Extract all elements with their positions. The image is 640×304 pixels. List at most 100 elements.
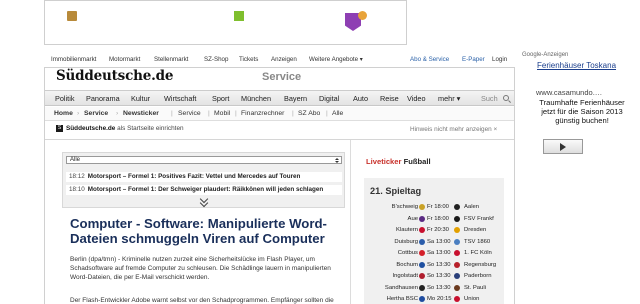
away-team: St. Pauli bbox=[464, 284, 486, 291]
nav-politik[interactable]: Politik bbox=[55, 94, 74, 103]
home-crest-icon bbox=[419, 261, 425, 268]
breadcrumb-service[interactable]: Service bbox=[84, 110, 108, 117]
subnav-alle[interactable]: Alle bbox=[332, 110, 343, 117]
nav-kultur[interactable]: Kultur bbox=[131, 94, 150, 103]
article-paragraph: Der Flash-Entwickler Adobe warnt selbst … bbox=[70, 297, 334, 304]
fixture-row[interactable]: B'schweig Fr 18:00 Aalen bbox=[368, 202, 504, 212]
nav-sport[interactable]: Sport bbox=[212, 94, 229, 103]
link-weitere-angebote[interactable]: Weitere Angebote ▾ bbox=[309, 56, 363, 63]
ticker-row[interactable]: 18:10 Motorsport – Formel 1: Der Schweige… bbox=[66, 185, 342, 195]
ad-url[interactable]: www.casamundo.… bbox=[536, 88, 626, 97]
link-abo-service[interactable]: Abo & Service bbox=[410, 56, 449, 63]
kickoff-time: So 13:30 bbox=[427, 261, 451, 268]
kickoff-time: Sa 13:00 bbox=[427, 238, 451, 245]
ticker-time: 18:10 bbox=[69, 186, 85, 193]
kickoff-time: Sa 13:00 bbox=[427, 250, 451, 256]
nav-video[interactable]: Video bbox=[407, 94, 426, 103]
nav-wirtschaft[interactable]: Wirtschaft bbox=[164, 94, 196, 103]
subnav-finanzrechner[interactable]: Finanzrechner bbox=[241, 110, 284, 117]
startpage-text: als Startseite einrichten bbox=[117, 125, 184, 133]
link-login[interactable]: Login bbox=[492, 56, 507, 63]
star-icon bbox=[358, 11, 367, 20]
search-icon[interactable] bbox=[503, 95, 509, 101]
ticker-headline[interactable]: Motorsport – Formel 1: Positives Fazit: … bbox=[88, 173, 301, 180]
away-team: Paderborn bbox=[464, 273, 492, 279]
article-headline[interactable]: Computer - Software: Manipulierte Word-D… bbox=[70, 216, 340, 246]
breadcrumb-newsticker[interactable]: Newsticker bbox=[123, 110, 159, 117]
fixture-row[interactable]: Ingolstadt So 13:30 Paderborn bbox=[368, 271, 504, 281]
breadcrumb-home[interactable]: Home bbox=[54, 110, 73, 117]
fixture-row[interactable]: Klautern Fr 20:30 Dresden bbox=[368, 225, 504, 235]
ticker-row[interactable]: 18:12 Motorsport – Formel 1: Positives Fa… bbox=[66, 172, 342, 182]
home-crest-icon bbox=[419, 284, 425, 291]
nav-mehr[interactable]: mehr ▾ bbox=[438, 94, 460, 103]
ticker-filter-value: Alle bbox=[70, 157, 81, 163]
breadcrumb-separator: | bbox=[326, 110, 328, 117]
away-crest-icon bbox=[454, 250, 460, 256]
link-tickets[interactable]: Tickets bbox=[239, 56, 258, 63]
away-team: Dresden bbox=[464, 227, 487, 233]
fixture-row[interactable]: Aue Fr 18:00 FSV Frankf bbox=[368, 214, 504, 224]
link-immobilienmarkt[interactable]: Immobilienmarkt bbox=[51, 56, 96, 63]
nav-digital[interactable]: Digital bbox=[319, 94, 339, 103]
home-crest-icon bbox=[419, 215, 425, 222]
close-icon[interactable]: × bbox=[493, 126, 497, 133]
link-sz-shop[interactable]: SZ-Shop bbox=[204, 56, 228, 63]
home-crest-icon bbox=[419, 273, 425, 279]
dismiss-hint-link[interactable]: Hinweis nicht mehr anzeigen × bbox=[410, 126, 497, 133]
home-crest-icon bbox=[419, 204, 425, 210]
link-e-paper[interactable]: E-Paper bbox=[462, 56, 485, 63]
nav-reise[interactable]: Reise bbox=[380, 94, 399, 103]
link-motormarkt[interactable]: Motormarkt bbox=[109, 56, 140, 63]
fixture-row[interactable]: Hertha BSC Mo 20:15 Union bbox=[368, 294, 504, 304]
away-crest-icon bbox=[454, 204, 460, 210]
kickoff-time: Fr 20:30 bbox=[427, 227, 449, 233]
home-team: Duisburg bbox=[394, 238, 418, 245]
liveticker-heading: Liveticker Fußball bbox=[366, 157, 431, 166]
subnav-service[interactable]: Service bbox=[178, 110, 201, 117]
home-crest-icon bbox=[419, 250, 425, 256]
expand-chevron-icon[interactable] bbox=[199, 197, 209, 207]
ad-next-button[interactable] bbox=[543, 139, 583, 154]
nav-bayern[interactable]: Bayern bbox=[284, 94, 307, 103]
home-team: Cottbus bbox=[397, 250, 418, 256]
startpage-prompt[interactable]: S Süddeutsche.de als Startseite einrichte… bbox=[56, 125, 184, 135]
liveticker-label: Liveticker bbox=[366, 157, 402, 166]
away-team: Regensburg bbox=[464, 261, 497, 268]
link-anzeigen[interactable]: Anzeigen bbox=[271, 56, 297, 63]
kickoff-time: Mo 20:15 bbox=[427, 296, 452, 302]
home-team: Hertha BSC bbox=[386, 296, 418, 302]
home-team: Ingolstadt bbox=[392, 273, 418, 279]
search-input[interactable]: Such bbox=[481, 94, 498, 103]
dropdown-arrows-icon bbox=[335, 158, 339, 163]
fixture-row[interactable]: Bochum So 13:30 Regensburg bbox=[368, 260, 504, 270]
away-crest-icon bbox=[454, 227, 460, 233]
away-crest-icon bbox=[454, 215, 460, 222]
site-logo[interactable]: Süddeutsche.de bbox=[56, 68, 173, 84]
away-crest-icon bbox=[454, 284, 460, 291]
fixture-row[interactable]: Cottbus Sa 13:00 1. FC Köln bbox=[368, 248, 504, 258]
ticker-filter-select[interactable]: Alle bbox=[66, 156, 342, 164]
breadcrumb-separator: › bbox=[77, 110, 80, 117]
shield-icon bbox=[67, 11, 77, 21]
subnav-sz-abo[interactable]: SZ Abo bbox=[298, 110, 320, 117]
home-crest-icon bbox=[419, 227, 425, 233]
breadcrumb-separator: › bbox=[116, 110, 119, 117]
divider bbox=[45, 139, 514, 140]
nav-muenchen[interactable]: München bbox=[241, 94, 271, 103]
nav-panorama[interactable]: Panorama bbox=[86, 94, 120, 103]
away-crest-icon bbox=[454, 273, 460, 279]
kickoff-time: So 13:30 bbox=[427, 273, 451, 279]
subnav-mobil[interactable]: Mobil bbox=[214, 110, 230, 117]
ticker-headline[interactable]: Motorsport – Formel 1: Der Schweiger pla… bbox=[88, 186, 324, 193]
top-banner-ad[interactable] bbox=[44, 0, 407, 45]
fixture-row[interactable]: Duisburg Sa 13:00 TSV 1860 bbox=[368, 237, 504, 247]
nav-auto[interactable]: Auto bbox=[353, 94, 368, 103]
home-team: Sandhausen bbox=[384, 284, 418, 291]
link-stellenmarkt[interactable]: Stellenmarkt bbox=[154, 56, 188, 63]
fixture-row[interactable]: Sandhausen So 13:30 St. Pauli bbox=[368, 283, 504, 293]
home-crest-icon bbox=[419, 238, 425, 245]
kickoff-time: Fr 18:00 bbox=[427, 204, 449, 210]
ad-title-link[interactable]: Ferienhäuser Toskana bbox=[537, 61, 623, 70]
play-arrow-icon bbox=[560, 143, 566, 151]
